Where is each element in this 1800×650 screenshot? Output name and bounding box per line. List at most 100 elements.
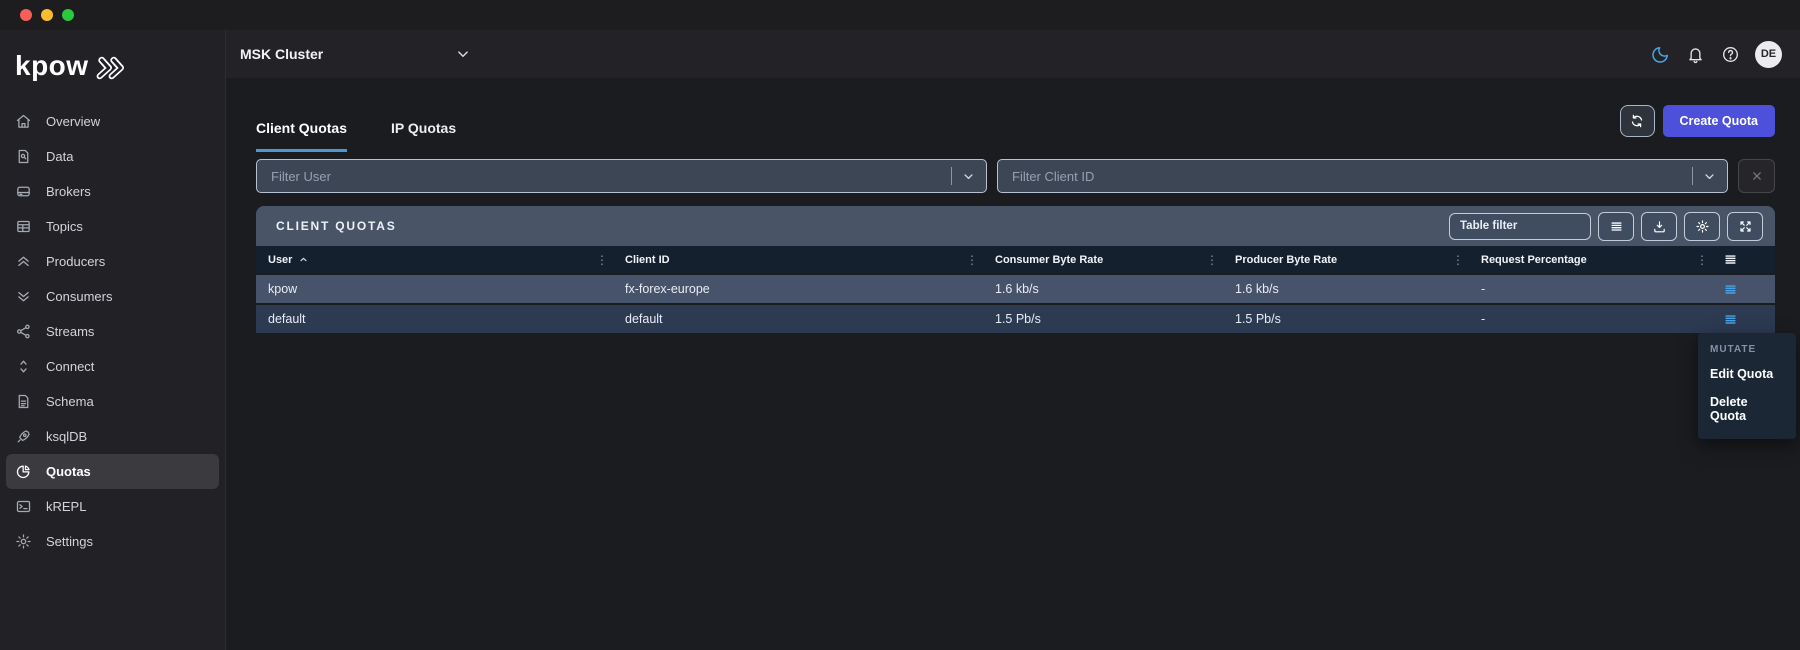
cell-producer-byte-rate: 1.5 Pb/s [1235,312,1281,326]
titlebar [0,0,1800,30]
document-icon [15,393,32,410]
table-row[interactable]: default default 1.5 Pb/s 1.5 Pb/s - [256,305,1775,333]
chevron-down-icon[interactable] [1702,169,1717,184]
column-label: User [268,253,293,266]
table-column-headers: User ⋮ Client ID ⋮ Consumer Byte Rate ⋮ … [256,246,1775,273]
cell-client-id: fx-forex-europe [625,282,710,296]
app-window: kpow Overview Data Brokers Topics Produc… [0,0,1800,650]
avatar[interactable]: DE [1755,40,1782,68]
table-row[interactable]: kpow fx-forex-europe 1.6 kb/s 1.6 kb/s - [256,275,1775,303]
refresh-icon [1629,113,1645,129]
sidebar-item-label: Streams [46,324,95,339]
sidebar-item-quotas[interactable]: Quotas [6,454,219,489]
document-search-icon [15,148,32,165]
column-kebab-icon[interactable]: ⋮ [596,253,608,267]
sidebar-item-label: kREPL [46,499,87,514]
topbar-actions: DE [1650,40,1782,68]
download-button[interactable] [1641,211,1677,241]
column-header-client-id[interactable]: Client ID ⋮ [613,246,983,273]
sidebar-item-streams[interactable]: Streams [6,314,219,349]
tab-ip-quotas[interactable]: IP Quotas [391,120,456,152]
column-menu-button[interactable] [1598,211,1634,241]
column-header-consumer-byte-rate[interactable]: Consumer Byte Rate ⋮ [983,246,1223,273]
zoom-window-button[interactable] [62,9,74,21]
row-actions-button[interactable] [1713,312,1775,327]
sidebar-item-label: Producers [46,254,106,269]
column-header-user[interactable]: User ⋮ [256,246,613,273]
column-kebab-icon[interactable]: ⋮ [1696,253,1708,267]
cell-user: kpow [268,282,298,296]
sidebar-item-connect[interactable]: Connect [6,349,219,384]
cluster-name: MSK Cluster [240,46,324,62]
kpow-logo[interactable]: kpow [15,46,225,86]
sidebar-item-overview[interactable]: Overview [6,104,219,139]
sidebar-item-brokers[interactable]: Brokers [6,174,219,209]
column-label: Producer Byte Rate [1235,253,1338,266]
sidebar-item-topics[interactable]: Topics [6,209,219,244]
create-quota-button[interactable]: Create Quota [1662,105,1775,137]
table-title: CLIENT QUOTAS [276,219,397,233]
chevron-down-icon [454,45,472,63]
sidebar-item-label: Data [46,149,74,164]
clear-filters-button[interactable] [1738,159,1775,193]
sidebar-item-label: Connect [46,359,95,374]
filter-user-input[interactable] [261,168,951,184]
tab-client-quotas[interactable]: Client Quotas [256,120,348,152]
cluster-selector[interactable]: MSK Cluster [240,45,472,63]
row-actions-button[interactable] [1713,282,1775,297]
context-menu-item-delete-quota[interactable]: Delete Quota [1698,388,1796,430]
table-filter-input[interactable] [1449,212,1591,240]
notifications-bell-icon[interactable] [1685,44,1705,64]
cell-client-id: default [625,312,663,326]
sidebar-nav: Overview Data Brokers Topics Producers C… [0,104,225,559]
menu-icon [1723,252,1738,267]
column-header-actions[interactable] [1713,246,1775,273]
column-kebab-icon[interactable]: ⋮ [966,253,978,267]
table-icon [15,218,32,235]
dark-mode-toggle-moon-icon[interactable] [1650,44,1670,64]
filter-user-select[interactable] [256,159,987,193]
column-header-producer-byte-rate[interactable]: Producer Byte Rate ⋮ [1223,246,1469,273]
logo-text: kpow [15,50,89,81]
filter-client-id-select[interactable] [997,159,1728,193]
sidebar-item-label: Brokers [46,184,91,199]
sidebar-item-settings[interactable]: Settings [6,524,219,559]
column-header-request-percentage[interactable]: Request Percentage ⋮ [1469,246,1713,273]
context-menu-item-edit-quota[interactable]: Edit Quota [1698,360,1796,388]
content-area: Client Quotas IP Quotas Create Quota Fil… [226,78,1800,650]
refresh-button[interactable] [1619,105,1655,137]
sidebar-item-label: Consumers [46,289,113,304]
sidebar-item-ksqldb[interactable]: ksqlDB [6,419,219,454]
table-settings-button[interactable] [1684,211,1720,241]
menu-icon [1723,312,1738,327]
chevrons-vertical-icon [15,358,32,375]
sidebar-item-data[interactable]: Data [6,139,219,174]
help-icon[interactable] [1720,44,1740,64]
chevron-down-icon[interactable] [961,169,976,184]
fullscreen-button[interactable] [1727,211,1763,241]
double-chevron-logo-icon [96,56,132,80]
rocket-icon [15,428,32,445]
menu-icon [1723,282,1738,297]
close-icon [1750,169,1764,183]
client-quotas-table: CLIENT QUOTAS Table filter User ⋮ Client… [256,206,1775,333]
sidebar-item-krepl[interactable]: kREPL [6,489,219,524]
sidebar-item-producers[interactable]: Producers [6,244,219,279]
select-divider [951,167,952,185]
table-header-bar: CLIENT QUOTAS [256,206,1775,246]
column-kebab-icon[interactable]: ⋮ [1452,253,1464,267]
home-icon [15,113,32,130]
close-window-button[interactable] [20,9,32,21]
quota-tabs: Client Quotas IP Quotas [256,120,500,152]
filter-client-id-input[interactable] [1002,168,1692,184]
pie-chart-icon [15,463,32,480]
minimize-window-button[interactable] [41,9,53,21]
sidebar-item-consumers[interactable]: Consumers [6,279,219,314]
list-icon [1609,219,1624,234]
sidebar-item-label: Quotas [46,464,91,479]
context-menu-section-label: MUTATE [1710,344,1757,355]
sidebar: kpow Overview Data Brokers Topics Produc… [0,30,225,650]
column-kebab-icon[interactable]: ⋮ [1206,253,1218,267]
sidebar-item-schema[interactable]: Schema [6,384,219,419]
topbar: MSK Cluster DE [226,30,1800,78]
